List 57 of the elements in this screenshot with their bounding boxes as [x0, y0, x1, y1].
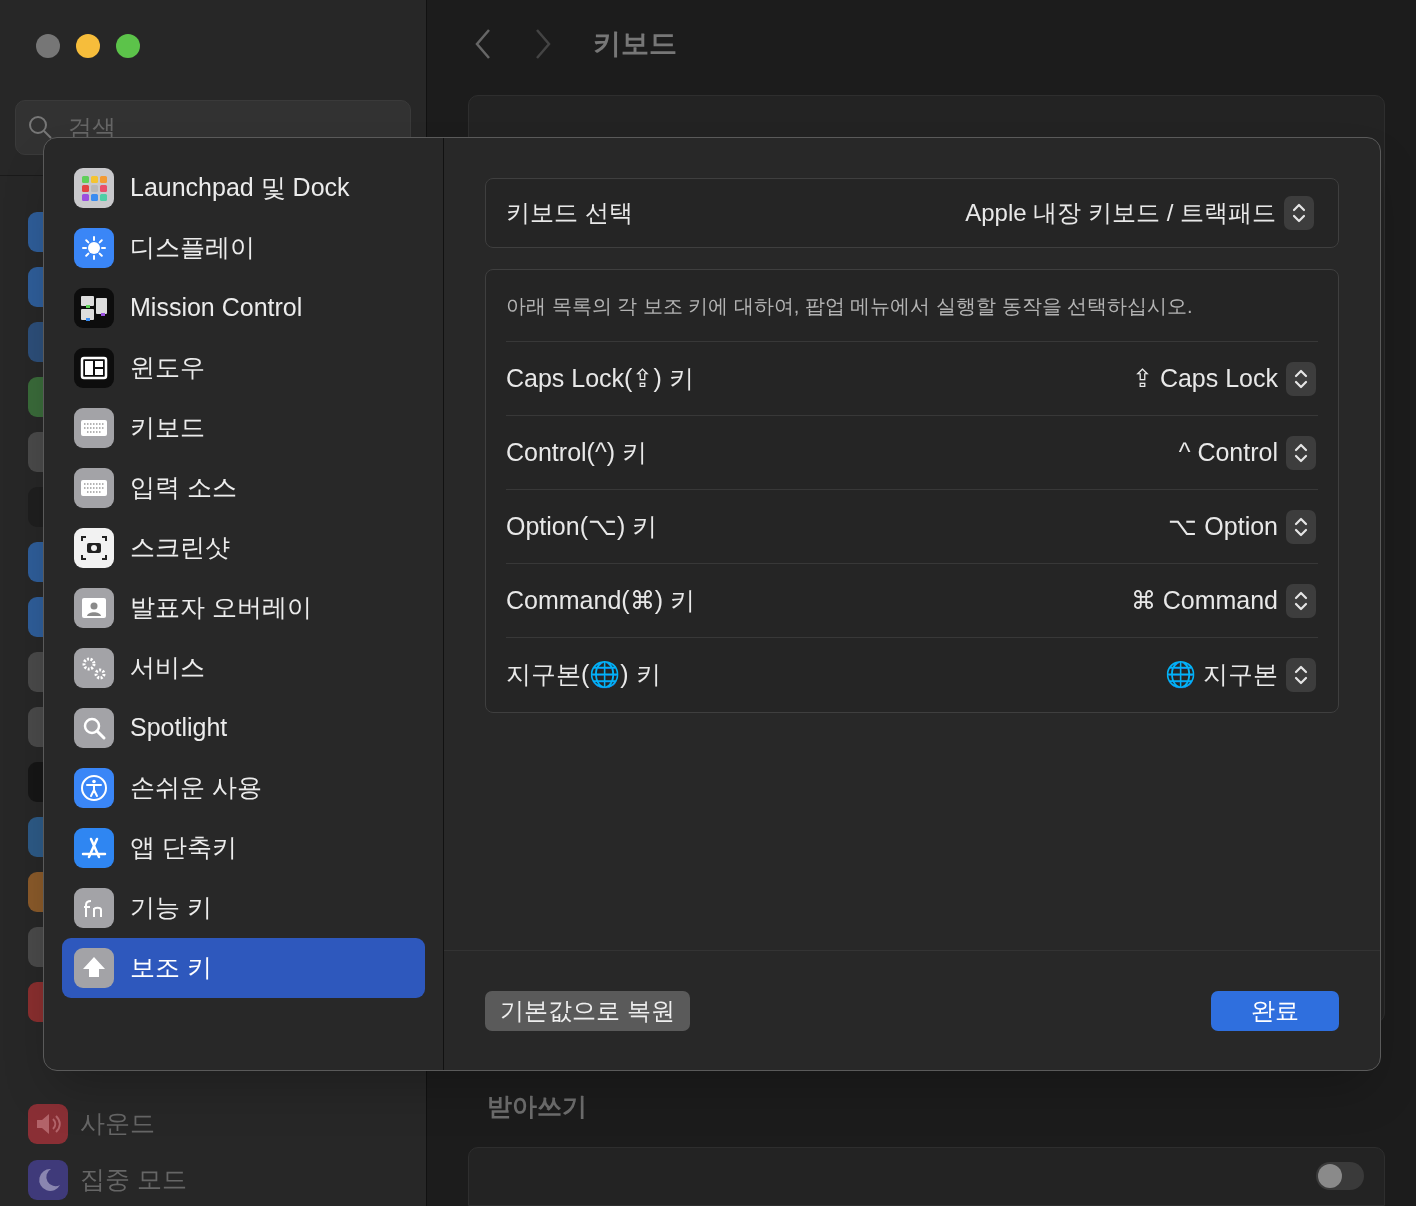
toggle-switch[interactable] — [1316, 1162, 1364, 1191]
app-store-icon — [74, 828, 114, 868]
fn-key-icon — [74, 888, 114, 928]
window-control[interactable] — [76, 34, 100, 58]
accessibility-icon — [74, 768, 114, 808]
search-icon — [27, 114, 53, 140]
sidebar-item[interactable]: 서비스 — [62, 638, 425, 698]
screenshot-icon — [74, 528, 114, 568]
sidebar-item[interactable]: Mission Control — [62, 278, 425, 338]
sidebar-item[interactable]: 발표자 오버레이 — [62, 578, 425, 638]
windows-overview-icon — [74, 288, 114, 328]
setting-label: 키보드 선택 — [506, 198, 633, 228]
sidebar-item[interactable]: Spotlight — [62, 698, 425, 758]
sidebar-item[interactable]: 입력 소스 — [62, 458, 425, 518]
popup-menu[interactable]: ⇪ Caps Lock — [1131, 359, 1316, 398]
window-layout-icon — [74, 348, 114, 388]
sidebar-item[interactable]: 디스플레이 — [62, 218, 425, 278]
search-icon — [74, 708, 114, 748]
section-title: 받아쓰기 — [487, 1091, 588, 1122]
sidebar-item[interactable]: 보조 키 — [62, 938, 425, 998]
moon-icon — [28, 1160, 68, 1200]
app-grid-icon — [74, 168, 114, 208]
speaker-icon — [28, 1104, 68, 1144]
sun-icon — [74, 228, 114, 268]
stepper-icon[interactable] — [1286, 658, 1316, 692]
window-title: 키보드 — [593, 27, 677, 62]
keyboard-icon — [74, 468, 114, 508]
setting-label: 지구본(🌐) 키 — [506, 659, 661, 691]
setting-label: Caps Lock(⇪) 키 — [506, 362, 694, 394]
stepper-icon[interactable] — [1284, 196, 1314, 230]
sidebar-item[interactable]: 윈도우 — [62, 338, 425, 398]
sidebar-item[interactable]: 키보드 — [62, 398, 425, 458]
popup-menu[interactable]: Apple 내장 키보드 / 트랙패드 — [965, 195, 1314, 231]
sidebar-item[interactable]: 스크린샷 — [62, 518, 425, 578]
description-text: 아래 목록의 각 보조 키에 대하여, 팝업 메뉴에서 실행할 동작을 선택하십시오. — [506, 270, 1318, 342]
popup-menu[interactable]: ^ Control — [1178, 433, 1316, 472]
sidebar-item[interactable]: 손쉬운 사용 — [62, 758, 425, 818]
setting-label: Control(^) 키 — [506, 436, 647, 468]
keyboard-icon — [74, 408, 114, 448]
sidebar-item[interactable]: 앱 단축키 — [62, 818, 425, 878]
stepper-icon[interactable] — [1286, 583, 1316, 618]
stepper-icon[interactable] — [1286, 435, 1316, 470]
popup-menu[interactable]: ⌥ Option — [1168, 507, 1316, 546]
stepper-icon[interactable] — [1286, 509, 1316, 544]
stepper-icon[interactable] — [1286, 361, 1316, 396]
popup-menu[interactable]: ⌘ Command — [1130, 581, 1316, 620]
done-button[interactable]: 완료 — [1211, 990, 1339, 1031]
sidebar-item[interactable]: Launchpad 및 Dock — [62, 158, 425, 218]
window-control[interactable] — [116, 34, 140, 58]
setting-label: Command(⌘) 키 — [506, 584, 695, 616]
presenter-icon — [74, 588, 114, 628]
sidebar-item[interactable]: 기능 키 — [62, 878, 425, 938]
back-icon[interactable] — [473, 28, 493, 61]
gears-icon — [74, 648, 114, 688]
setting-label: Option(⌥) 키 — [506, 510, 658, 542]
popup-menu[interactable]: 🌐 지구본 — [1165, 656, 1316, 694]
reset-button[interactable]: 기본값으로 복원 — [485, 990, 690, 1031]
